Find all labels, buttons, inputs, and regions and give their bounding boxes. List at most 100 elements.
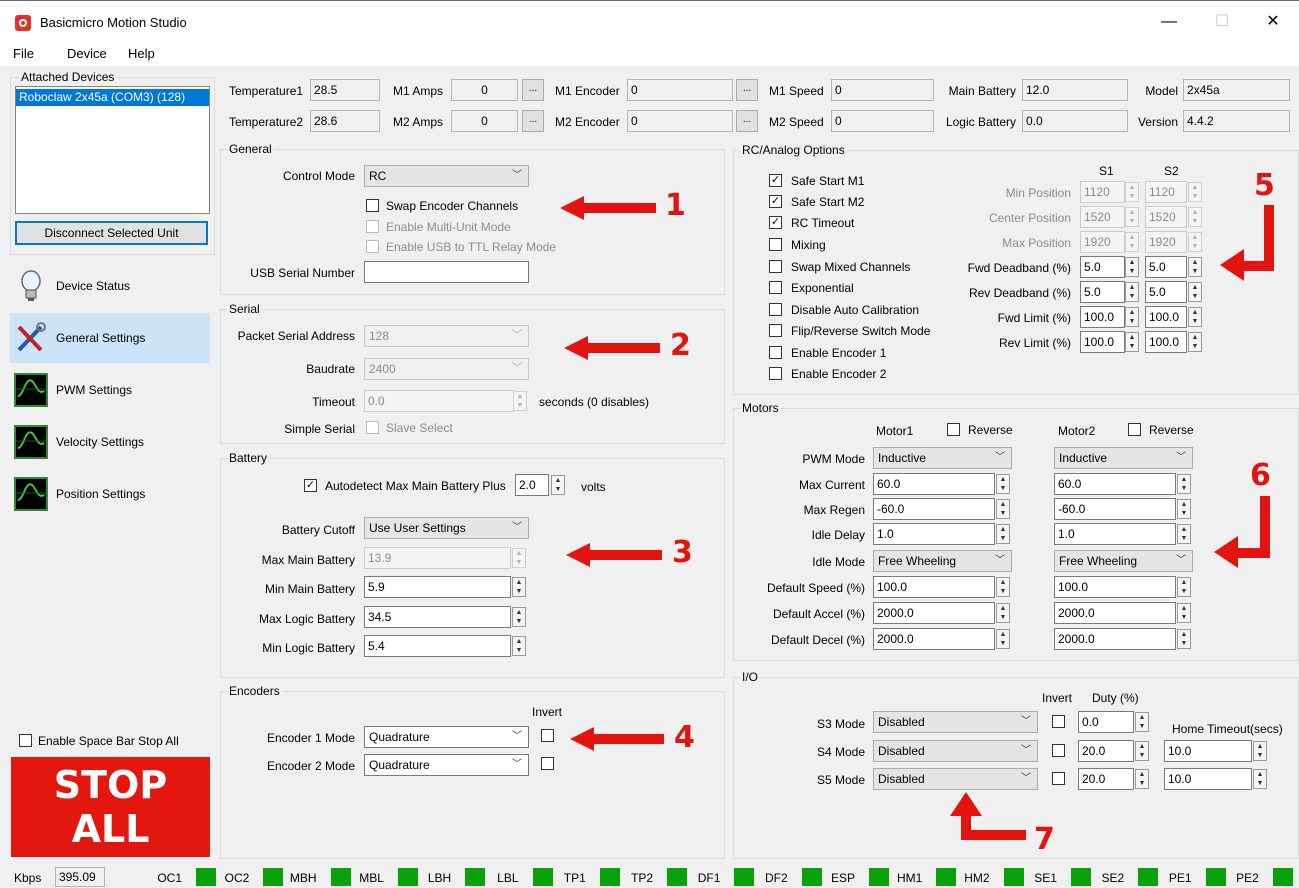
motor2-max-regen-input[interactable]: -60.0 bbox=[1054, 498, 1176, 520]
s5-invert-checkbox[interactable] bbox=[1052, 772, 1065, 785]
s4-home-timeout-input[interactable]: 10.0 bbox=[1164, 740, 1252, 762]
fwd-limit-s1-spinner[interactable]: ▲ ▼ bbox=[1125, 307, 1139, 327]
s5-duty-input[interactable]: 20.0 bbox=[1078, 768, 1134, 790]
usb-ttl-checkbox[interactable] bbox=[366, 240, 379, 253]
space-bar-stop-checkbox[interactable] bbox=[19, 734, 32, 747]
battery-cutoff-select[interactable]: Use User Settings ﹀ bbox=[364, 517, 529, 539]
motor1-idle-mode-select[interactable]: Free Wheeling ﹀ bbox=[873, 550, 1012, 572]
motor1-max-regen-input[interactable]: -60.0 bbox=[873, 498, 995, 520]
swap-encoder-checkbox[interactable] bbox=[366, 199, 379, 212]
motor1-idle-delay-input[interactable]: 1.0 bbox=[873, 523, 995, 545]
autodetect-input[interactable]: 2.0 bbox=[515, 474, 549, 496]
s4-mode-select[interactable]: Disabled ﹀ bbox=[873, 740, 1038, 762]
timeout-input[interactable]: 0.0 bbox=[364, 390, 514, 412]
motor2-default-decel-input[interactable]: 2000.0 bbox=[1054, 628, 1176, 650]
fwd-deadband-s1[interactable]: 5.0 bbox=[1080, 256, 1125, 278]
encoder1-mode-select[interactable]: Quadrature ﹀ bbox=[364, 726, 529, 748]
motor1-default-decel-input[interactable]: 2000.0 bbox=[873, 628, 995, 650]
baudrate-select[interactable]: 2400 ﹀ bbox=[364, 358, 529, 380]
motor2-default-speed-spinner[interactable]: ▲ ▼ bbox=[1177, 577, 1191, 597]
s3-mode-select[interactable]: Disabled ﹀ bbox=[873, 711, 1038, 733]
min-position-s1-spinner[interactable]: ▲ ▼ bbox=[1125, 182, 1139, 202]
motor1-reverse-checkbox[interactable] bbox=[947, 423, 960, 436]
motor1-max-current-input[interactable]: 60.0 bbox=[873, 473, 995, 495]
nav-velocity-settings[interactable]: Velocity Settings bbox=[10, 417, 210, 467]
motor2-idle-delay-input[interactable]: 1.0 bbox=[1054, 523, 1176, 545]
rev-limit-s2-spinner[interactable]: ▲ ▼ bbox=[1188, 332, 1202, 352]
max-position-s2[interactable]: 1920 bbox=[1145, 231, 1187, 253]
swap-mixed-checkbox[interactable] bbox=[769, 260, 782, 273]
motor1-max-current-spinner[interactable]: ▲ ▼ bbox=[996, 474, 1010, 494]
s4-duty-spinner[interactable]: ▲ ▼ bbox=[1135, 741, 1149, 761]
m1-amps-more-button[interactable]: ... bbox=[522, 79, 544, 101]
s3-duty-input[interactable]: 0.0 bbox=[1078, 711, 1134, 733]
exponential-checkbox[interactable] bbox=[769, 281, 782, 294]
safe-start-m2-checkbox[interactable]: ✓ bbox=[769, 195, 782, 208]
rev-deadband-s2[interactable]: 5.0 bbox=[1145, 281, 1187, 303]
enable-encoder1-checkbox[interactable] bbox=[769, 346, 782, 359]
max-position-s1[interactable]: 1920 bbox=[1080, 231, 1125, 253]
rev-deadband-s1[interactable]: 5.0 bbox=[1080, 281, 1125, 303]
motor1-idle-delay-spinner[interactable]: ▲ ▼ bbox=[996, 524, 1010, 544]
s5-mode-select[interactable]: Disabled ﹀ bbox=[873, 768, 1038, 790]
slave-select-checkbox[interactable] bbox=[366, 421, 379, 434]
center-position-s1-spinner[interactable]: ▲ ▼ bbox=[1125, 207, 1139, 227]
flip-reverse-checkbox[interactable] bbox=[769, 324, 782, 337]
motor1-default-speed-spinner[interactable]: ▲ ▼ bbox=[996, 577, 1010, 597]
s3-invert-checkbox[interactable] bbox=[1052, 715, 1065, 728]
fwd-deadband-s2-spinner[interactable]: ▲ ▼ bbox=[1188, 257, 1202, 277]
usb-serial-input[interactable] bbox=[364, 261, 529, 283]
s4-invert-checkbox[interactable] bbox=[1052, 744, 1065, 757]
encoder2-mode-select[interactable]: Quadrature ﹀ bbox=[364, 754, 529, 776]
enable-encoder2-checkbox[interactable] bbox=[769, 367, 782, 380]
nav-pwm-settings[interactable]: PWM Settings bbox=[10, 365, 210, 415]
disconnect-button[interactable]: Disconnect Selected Unit bbox=[15, 221, 208, 245]
s5-duty-spinner[interactable]: ▲ ▼ bbox=[1135, 769, 1149, 789]
timeout-spinner[interactable]: ▲ ▼ bbox=[513, 391, 527, 411]
rev-deadband-s2-spinner[interactable]: ▲ ▼ bbox=[1188, 282, 1202, 302]
rev-limit-s2[interactable]: 100.0 bbox=[1145, 331, 1187, 353]
center-position-s2[interactable]: 1520 bbox=[1145, 206, 1187, 228]
motor1-default-accel-spinner[interactable]: ▲ ▼ bbox=[996, 603, 1010, 623]
motor1-default-accel-input[interactable]: 2000.0 bbox=[873, 602, 995, 624]
disable-auto-cal-checkbox[interactable] bbox=[769, 303, 782, 316]
nav-device-status[interactable]: Device Status bbox=[10, 261, 210, 311]
min-position-s1[interactable]: 1120 bbox=[1080, 181, 1125, 203]
motor2-idle-delay-spinner[interactable]: ▲ ▼ bbox=[1177, 524, 1191, 544]
safe-start-m1-checkbox[interactable]: ✓ bbox=[769, 174, 782, 187]
motor2-max-regen-spinner[interactable]: ▲ ▼ bbox=[1177, 499, 1191, 519]
fwd-limit-s1[interactable]: 100.0 bbox=[1080, 306, 1125, 328]
max-position-s2-spinner[interactable]: ▲ ▼ bbox=[1188, 232, 1202, 252]
motor1-max-regen-spinner[interactable]: ▲ ▼ bbox=[996, 499, 1010, 519]
motor2-pwm-mode-select[interactable]: Inductive ﹀ bbox=[1054, 447, 1193, 469]
s5-home-timeout-spinner[interactable]: ▲ ▼ bbox=[1253, 769, 1267, 789]
maximize-icon[interactable]: ☐ bbox=[1199, 8, 1245, 36]
motor2-default-speed-input[interactable]: 100.0 bbox=[1054, 576, 1176, 598]
max-main-battery-input[interactable]: 13.9 bbox=[364, 547, 511, 569]
m2-encoder-more-button[interactable]: ... bbox=[736, 110, 758, 132]
encoder1-invert-checkbox[interactable] bbox=[541, 729, 554, 742]
motor1-default-speed-input[interactable]: 100.0 bbox=[873, 576, 995, 598]
motor2-max-current-spinner[interactable]: ▲ ▼ bbox=[1177, 474, 1191, 494]
min-position-s2-spinner[interactable]: ▲ ▼ bbox=[1188, 182, 1202, 202]
menu-device[interactable]: Device bbox=[67, 46, 107, 61]
fwd-limit-s2[interactable]: 100.0 bbox=[1145, 306, 1187, 328]
min-position-s2[interactable]: 1120 bbox=[1145, 181, 1187, 203]
rev-limit-s1-spinner[interactable]: ▲ ▼ bbox=[1125, 332, 1139, 352]
s4-duty-input[interactable]: 20.0 bbox=[1078, 740, 1134, 762]
menu-file[interactable]: File bbox=[13, 46, 34, 61]
center-position-s1[interactable]: 1520 bbox=[1080, 206, 1125, 228]
close-icon[interactable]: ✕ bbox=[1250, 8, 1296, 36]
nav-general-settings[interactable]: General Settings bbox=[10, 313, 210, 363]
max-position-s1-spinner[interactable]: ▲ ▼ bbox=[1125, 232, 1139, 252]
rc-timeout-checkbox[interactable]: ✓ bbox=[769, 216, 782, 229]
motor1-default-decel-spinner[interactable]: ▲ ▼ bbox=[996, 629, 1010, 649]
m2-amps-more-button[interactable]: ... bbox=[522, 110, 544, 132]
control-mode-select[interactable]: RC ﹀ bbox=[364, 165, 529, 187]
s5-home-timeout-input[interactable]: 10.0 bbox=[1164, 768, 1252, 790]
autodetect-spinner[interactable]: ▲ ▼ bbox=[551, 475, 565, 495]
minimize-icon[interactable]: — bbox=[1146, 8, 1192, 36]
min-main-battery-spinner[interactable]: ▲ ▼ bbox=[512, 577, 526, 597]
m1-encoder-more-button[interactable]: ... bbox=[736, 79, 758, 101]
rev-limit-s1[interactable]: 100.0 bbox=[1080, 331, 1125, 353]
